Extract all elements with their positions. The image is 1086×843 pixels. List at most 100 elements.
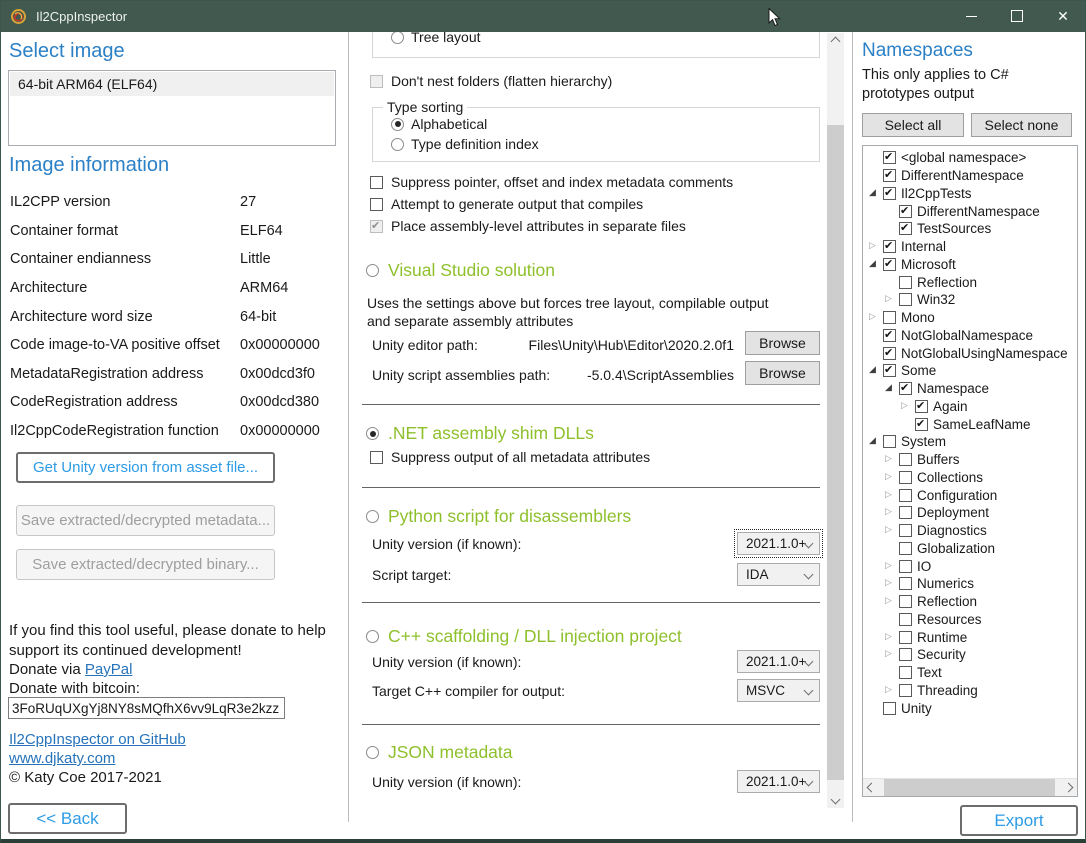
tree-item[interactable]: Some bbox=[863, 362, 1077, 380]
option-checkbox[interactable] bbox=[370, 198, 383, 211]
json-unity-version-combo[interactable]: 2021.1.0+ bbox=[737, 770, 820, 793]
scrollbar-thumb[interactable] bbox=[827, 125, 844, 780]
suppress-metadata-attributes-option[interactable]: Suppress output of all metadata attribut… bbox=[370, 448, 650, 466]
namespace-checkbox[interactable] bbox=[899, 577, 912, 590]
bitcoin-address-input[interactable] bbox=[8, 697, 285, 719]
browse-assemblies-path-button[interactable]: Browse bbox=[745, 361, 820, 385]
cpp-scaffolding-radio[interactable] bbox=[366, 630, 379, 643]
scroll-up-button[interactable] bbox=[827, 33, 844, 50]
option-checkbox-row[interactable]: Suppress pointer, offset and index metad… bbox=[370, 171, 828, 193]
expander-icon[interactable] bbox=[901, 400, 915, 411]
namespace-checkbox[interactable] bbox=[883, 258, 896, 271]
expander-icon[interactable] bbox=[885, 524, 899, 535]
tree-item[interactable]: Runtime bbox=[863, 628, 1077, 646]
select-all-button[interactable]: Select all bbox=[862, 113, 964, 137]
tree-item[interactable]: Numerics bbox=[863, 575, 1077, 593]
namespace-checkbox[interactable] bbox=[883, 347, 896, 360]
tree-item[interactable]: Namespace bbox=[863, 380, 1077, 398]
expander-icon[interactable] bbox=[885, 382, 899, 393]
scrollbar-thumb[interactable] bbox=[884, 779, 1055, 796]
type-def-index-radio[interactable] bbox=[391, 138, 404, 151]
expander-icon[interactable] bbox=[869, 240, 883, 251]
tree-item[interactable]: TestSources bbox=[863, 220, 1077, 238]
tree-item[interactable]: Il2CppTests bbox=[863, 185, 1077, 203]
tree-item[interactable]: <global namespace> bbox=[863, 149, 1077, 167]
tree-item[interactable]: Again bbox=[863, 398, 1077, 416]
maximize-button[interactable] bbox=[994, 0, 1040, 32]
browse-editor-path-button[interactable]: Browse bbox=[745, 331, 820, 355]
alphabetical-radio[interactable] bbox=[391, 118, 404, 131]
namespace-checkbox[interactable] bbox=[883, 240, 896, 253]
select-none-button[interactable]: Select none bbox=[971, 113, 1072, 137]
namespace-checkbox[interactable] bbox=[883, 435, 896, 448]
tree-item[interactable]: Deployment bbox=[863, 504, 1077, 522]
get-unity-version-button[interactable]: Get Unity version from asset file... bbox=[16, 452, 275, 483]
namespace-checkbox[interactable] bbox=[899, 666, 912, 679]
namespace-checkbox[interactable] bbox=[899, 453, 912, 466]
namespace-checkbox[interactable] bbox=[899, 506, 912, 519]
minimize-button[interactable] bbox=[948, 0, 994, 32]
shim-dlls-radio[interactable] bbox=[366, 427, 379, 440]
namespace-checkbox[interactable] bbox=[883, 329, 896, 342]
tree-item[interactable]: Reflection bbox=[863, 273, 1077, 291]
namespace-checkbox[interactable] bbox=[883, 364, 896, 377]
tree-item[interactable]: SameLeafName bbox=[863, 415, 1077, 433]
namespace-checkbox[interactable] bbox=[899, 489, 912, 502]
scroll-left-button[interactable] bbox=[863, 779, 880, 796]
tree-item[interactable]: DifferentNamespace bbox=[863, 167, 1077, 185]
close-button[interactable]: ✕ bbox=[1040, 0, 1086, 32]
namespace-checkbox[interactable] bbox=[883, 702, 896, 715]
namespace-checkbox[interactable] bbox=[899, 613, 912, 626]
namespace-checkbox[interactable] bbox=[915, 400, 928, 413]
namespace-checkbox[interactable] bbox=[899, 542, 912, 555]
python-script-option[interactable]: Python script for disassemblers bbox=[366, 506, 631, 527]
tree-item[interactable]: Win32 bbox=[863, 291, 1077, 309]
vs-solution-radio[interactable] bbox=[366, 264, 379, 277]
image-listbox[interactable]: 64-bit ARM64 (ELF64) bbox=[8, 70, 336, 146]
image-list-item[interactable]: 64-bit ARM64 (ELF64) bbox=[10, 72, 334, 96]
tree-item[interactable]: NotGlobalUsingNamespace bbox=[863, 344, 1077, 362]
namespace-checkbox[interactable] bbox=[883, 151, 896, 164]
tree-item[interactable]: NotGlobalNamespace bbox=[863, 327, 1077, 345]
middle-scrollbar[interactable] bbox=[827, 33, 844, 808]
tree-item[interactable]: Threading bbox=[863, 682, 1077, 700]
paypal-link[interactable]: PayPal bbox=[85, 661, 133, 678]
namespace-checkbox[interactable] bbox=[899, 293, 912, 306]
option-checkbox-row[interactable]: Place assembly-level attributes in separ… bbox=[370, 215, 828, 237]
back-button[interactable]: << Back bbox=[8, 803, 127, 834]
save-metadata-button[interactable]: Save extracted/decrypted metadata... bbox=[16, 505, 275, 536]
cpp-compiler-combo[interactable]: MSVC bbox=[737, 679, 820, 702]
expander-icon[interactable] bbox=[885, 595, 899, 606]
expander-icon[interactable] bbox=[885, 489, 899, 500]
expander-icon[interactable] bbox=[885, 471, 899, 482]
tree-item[interactable]: Text bbox=[863, 664, 1077, 682]
expander-icon[interactable] bbox=[869, 187, 883, 198]
type-def-index-option[interactable]: Type definition index bbox=[391, 136, 539, 152]
namespace-checkbox[interactable] bbox=[899, 524, 912, 537]
tree-item[interactable]: Unity bbox=[863, 699, 1077, 717]
namespace-checkbox[interactable] bbox=[899, 595, 912, 608]
namespaces-tree[interactable]: <global namespace> DifferentNamespace Il… bbox=[862, 145, 1078, 797]
tree-horizontal-scrollbar[interactable] bbox=[863, 778, 1077, 796]
cpp-scaffolding-option[interactable]: C++ scaffolding / DLL injection project bbox=[366, 626, 682, 647]
tree-item[interactable]: Resources bbox=[863, 611, 1077, 629]
namespace-checkbox[interactable] bbox=[899, 560, 912, 573]
option-checkbox[interactable] bbox=[370, 220, 383, 233]
namespace-checkbox[interactable] bbox=[915, 418, 928, 431]
website-link[interactable]: www.djkaty.com bbox=[9, 750, 115, 767]
expander-icon[interactable] bbox=[869, 311, 883, 322]
unity-script-assemblies-value[interactable]: -5.0.4\ScriptAssemblies bbox=[587, 367, 734, 383]
namespace-checkbox[interactable] bbox=[883, 311, 896, 324]
json-metadata-radio[interactable] bbox=[366, 746, 379, 759]
option-checkbox[interactable] bbox=[370, 176, 383, 189]
expander-icon[interactable] bbox=[885, 648, 899, 659]
vs-solution-option[interactable]: Visual Studio solution bbox=[366, 260, 555, 281]
expander-icon[interactable] bbox=[885, 684, 899, 695]
unity-editor-path-value[interactable]: Files\Unity\Hub\Editor\2020.2.0f1 bbox=[529, 337, 734, 353]
tree-item[interactable]: System bbox=[863, 433, 1077, 451]
namespace-checkbox[interactable] bbox=[883, 169, 896, 182]
flatten-hierarchy-checkbox[interactable] bbox=[370, 75, 383, 88]
namespace-checkbox[interactable] bbox=[899, 471, 912, 484]
expander-icon[interactable] bbox=[885, 577, 899, 588]
namespace-checkbox[interactable] bbox=[899, 648, 912, 661]
